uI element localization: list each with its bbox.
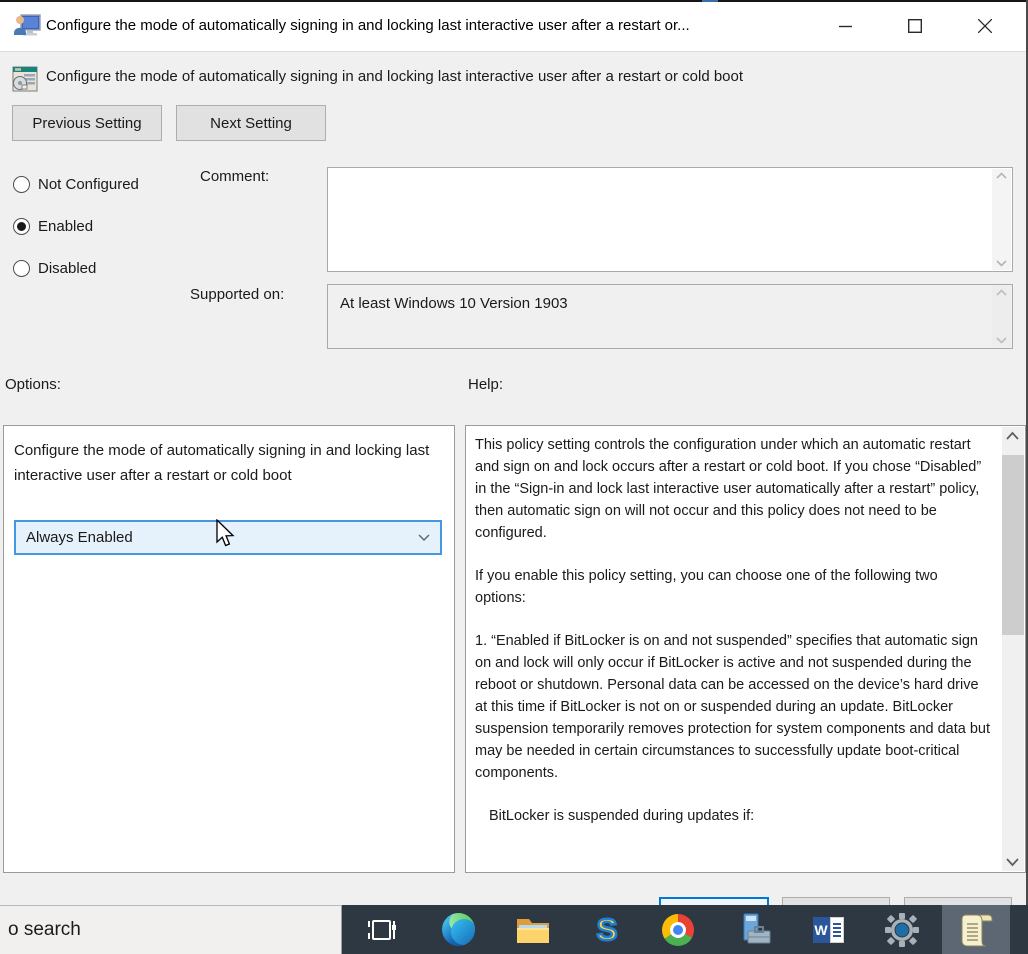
previous-setting-button[interactable]: Previous Setting [12, 105, 162, 141]
supported-on-label: Supported on: [190, 286, 284, 303]
taskbar-skype-button[interactable]: S [584, 905, 630, 954]
screen: Configure the mode of automatically sign… [0, 0, 1028, 954]
computer-management-icon [736, 913, 772, 947]
next-setting-label: Next Setting [210, 115, 292, 132]
radio-enabled[interactable]: Enabled [13, 216, 93, 236]
minimize-icon [839, 20, 852, 33]
help-panel: This policy setting controls the configu… [465, 425, 1026, 873]
skype-icon: S [597, 912, 618, 948]
previous-setting-label: Previous Setting [32, 115, 141, 132]
file-explorer-icon [516, 916, 550, 944]
help-scroll-thumb[interactable] [1002, 455, 1024, 635]
chevron-down-icon [418, 533, 430, 542]
option-description: Configure the mode of automatically sign… [14, 438, 446, 488]
comment-scrollbar[interactable] [992, 169, 1011, 270]
radio-disabled[interactable]: Disabled [13, 258, 96, 278]
help-text: This policy setting controls the configu… [475, 434, 990, 848]
taskbar-group-policy-button[interactable] [953, 905, 999, 954]
scroll-down-icon [996, 259, 1007, 267]
scroll-up-icon [1005, 431, 1020, 441]
comment-label: Comment: [200, 168, 269, 185]
setting-title: Configure the mode of automatically sign… [46, 68, 996, 85]
scroll-down-icon [996, 336, 1007, 344]
window-title: Configure the mode of automatically sign… [46, 17, 690, 34]
radio-circle [13, 176, 30, 193]
help-paragraph: BitLocker is suspended during updates if… [475, 805, 990, 827]
radio-label: Not Configured [38, 176, 139, 193]
comment-textarea[interactable] [327, 167, 1013, 272]
task-view-icon [366, 914, 398, 946]
maximize-button[interactable] [892, 2, 938, 50]
word-icon: W [813, 917, 844, 943]
policy-window-icon [14, 13, 41, 39]
radio-not-configured[interactable]: Not Configured [13, 174, 139, 194]
supported-on-scrollbar[interactable] [992, 286, 1011, 347]
radio-label: Enabled [38, 218, 93, 235]
taskbar-computer-management-button[interactable] [731, 905, 777, 954]
mode-dropdown-value: Always Enabled [26, 529, 133, 546]
taskbar: o search [0, 905, 1028, 954]
word-document-lines [830, 917, 844, 943]
taskbar-task-view-button[interactable] [359, 905, 405, 954]
help-paragraph: 1. “Enabled if BitLocker is on and not s… [475, 630, 990, 784]
taskbar-settings-button[interactable] [879, 905, 925, 954]
group-policy-scroll-icon [958, 912, 994, 948]
options-section-label: Options: [5, 376, 61, 393]
close-icon [978, 19, 992, 33]
help-section-label: Help: [468, 376, 503, 393]
scroll-up-icon [996, 172, 1007, 180]
taskbar-file-explorer-button[interactable] [510, 905, 556, 954]
taskbar-chrome-button[interactable] [655, 905, 701, 954]
help-paragraph: This policy setting controls the configu… [475, 434, 990, 544]
edge-icon [442, 913, 475, 946]
supported-on-value: At least Windows 10 Version 1903 [340, 295, 568, 312]
title-bar: Configure the mode of automatically sign… [0, 2, 1026, 52]
word-letter-tile: W [813, 917, 830, 943]
chrome-icon [662, 914, 694, 946]
taskbar-search-box[interactable]: o search [0, 905, 342, 954]
minimize-button[interactable] [822, 2, 868, 50]
taskbar-word-button[interactable]: W [805, 905, 851, 954]
scroll-up-icon [996, 289, 1007, 297]
radio-circle [13, 218, 30, 235]
next-setting-button[interactable]: Next Setting [176, 105, 326, 141]
maximize-icon [908, 19, 922, 33]
close-button[interactable] [962, 2, 1008, 50]
settings-gear-icon [885, 913, 919, 947]
taskbar-search-text: o search [8, 919, 81, 941]
setting-icon [12, 66, 38, 92]
options-panel: Configure the mode of automatically sign… [3, 425, 455, 873]
scroll-down-icon [1005, 857, 1020, 867]
radio-label: Disabled [38, 260, 96, 277]
radio-circle [13, 260, 30, 277]
help-scrollbar[interactable] [1002, 427, 1024, 871]
supported-on-box: At least Windows 10 Version 1903 [327, 284, 1013, 349]
taskbar-edge-button[interactable] [435, 905, 481, 954]
mouse-cursor [216, 519, 235, 548]
help-paragraph: If you enable this policy setting, you c… [475, 565, 990, 609]
